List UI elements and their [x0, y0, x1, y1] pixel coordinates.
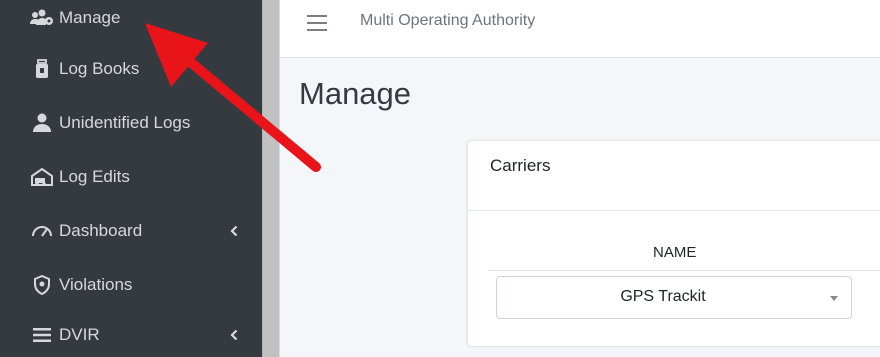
card-title: Carriers: [490, 156, 551, 175]
sidebar-item-violations[interactable]: Violations: [0, 263, 262, 307]
sidebar-item-manage[interactable]: Manage: [0, 0, 262, 40]
sidebar-item-log-books[interactable]: Log Books: [0, 47, 262, 91]
sidebar-item-label: DVIR: [59, 325, 100, 344]
sidebar-item-label: Violations: [59, 275, 133, 294]
name-column-header: NAME: [653, 244, 697, 261]
page-title: Manage: [299, 76, 412, 111]
caret-down-icon: [830, 296, 838, 301]
chevron-left-icon: [228, 224, 240, 238]
chevron-left-icon: [228, 328, 240, 342]
sidebar-item-label: Dashboard: [59, 221, 143, 240]
gauge-icon: [30, 219, 54, 243]
carrier-select[interactable]: GPS Trackit: [496, 276, 852, 319]
sidebar-item-dashboard[interactable]: Dashboard: [0, 209, 262, 253]
sidebar-item-label: Log Edits: [59, 167, 130, 186]
shield-icon: [30, 273, 54, 297]
sidebar-item-log-edits[interactable]: Log Edits: [0, 155, 262, 199]
users-cog-icon: [30, 6, 54, 30]
hamburger-icon[interactable]: [307, 13, 327, 33]
sidebar-item-label: Log Books: [59, 59, 140, 78]
list-icon: [30, 323, 54, 347]
truck-edit-icon: [30, 165, 54, 189]
sidebar-item-label: Manage: [59, 8, 121, 27]
user-icon: [30, 111, 54, 135]
card-header: Carriers: [468, 141, 880, 211]
carrier-select-value: GPS Trackit: [620, 288, 706, 305]
sidebar-item-unidentified-logs[interactable]: Unidentified Logs: [0, 101, 262, 145]
sidebar-scrollbar[interactable]: [262, 0, 280, 357]
top-navbar: Multi Operating Authority: [280, 0, 880, 58]
book-lock-icon: [30, 57, 54, 81]
sidebar-item-dvir[interactable]: DVIR: [0, 313, 262, 357]
sidebar-item-label: Unidentified Logs: [59, 113, 191, 132]
app-title: Multi Operating Authority: [360, 12, 536, 29]
sidebar: Manage Log Books Unidentified Logs Log E…: [0, 0, 262, 357]
table-divider: [489, 270, 880, 271]
